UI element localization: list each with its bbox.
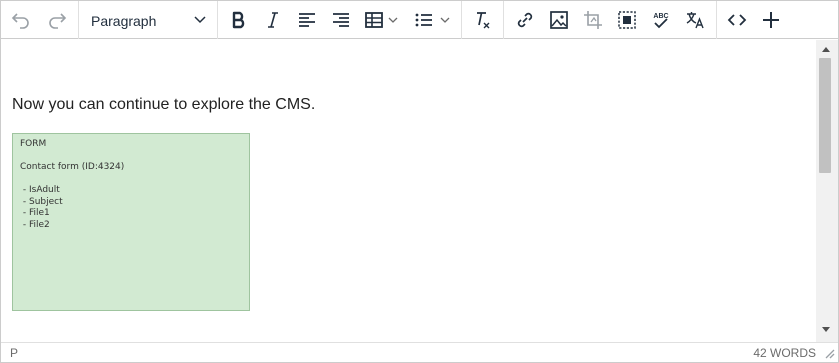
source-code-button[interactable]	[721, 4, 753, 36]
editor-content-area[interactable]: Now you can continue to explore the CMS.…	[1, 40, 816, 342]
translate-button[interactable]	[679, 4, 711, 36]
link-button[interactable]	[509, 4, 541, 36]
clear-formatting-icon	[477, 12, 490, 29]
word-count[interactable]: 42 WORDS	[753, 346, 816, 360]
table-button[interactable]	[359, 4, 403, 36]
spellcheck-button[interactable]: ABC	[645, 4, 677, 36]
italic-button[interactable]	[257, 4, 289, 36]
undo-button[interactable]	[5, 4, 37, 36]
align-right-icon	[333, 13, 349, 27]
toolbar-divider	[217, 1, 218, 39]
select-all-button[interactable]	[611, 4, 643, 36]
clear-formatting-button[interactable]	[466, 4, 498, 36]
bullet-list-icon	[415, 13, 432, 27]
element-path[interactable]: P	[10, 346, 18, 360]
toolbar-divider	[78, 1, 79, 39]
chevron-down-icon	[194, 16, 206, 24]
form-field-item: - IsAdult	[22, 185, 60, 195]
spellcheck-icon: ABC	[653, 13, 669, 29]
italic-icon	[268, 12, 278, 28]
form-embed-heading: FORM	[20, 139, 47, 149]
rich-text-editor: Paragraph ABC Now you can continue to ex…	[0, 0, 839, 363]
form-field-item: - File2	[22, 219, 50, 230]
toolbar-divider	[461, 1, 462, 39]
redo-icon	[49, 13, 67, 29]
block-format-dropdown[interactable]: Paragraph	[81, 4, 211, 36]
translate-icon	[686, 12, 704, 29]
form-field-item: - File1	[22, 208, 50, 218]
align-left-button[interactable]	[291, 4, 323, 36]
vertical-scrollbar[interactable]	[816, 40, 838, 342]
form-field-item: - Subject	[22, 196, 63, 207]
bold-icon	[232, 11, 245, 29]
undo-icon	[11, 13, 29, 29]
align-right-button[interactable]	[325, 4, 357, 36]
bold-button[interactable]	[223, 4, 255, 36]
image-button[interactable]	[543, 4, 575, 36]
scrollbar-thumb[interactable]	[819, 58, 831, 173]
bullet-list-button[interactable]	[409, 4, 455, 36]
resize-handle-icon[interactable]	[823, 347, 835, 359]
link-icon	[517, 12, 533, 28]
scroll-up-arrow-icon[interactable]	[822, 46, 830, 52]
form-embed-block[interactable]: FORM Contact form (ID:4324) - IsAdult - …	[12, 133, 250, 311]
toolbar-divider	[716, 1, 717, 39]
form-embed-name: Contact form (ID:4324)	[20, 162, 125, 172]
form-embed-text: FORM Contact form (ID:4324) - IsAdult - …	[20, 139, 124, 231]
select-all-icon	[618, 11, 636, 29]
crop-icon	[584, 11, 602, 29]
editor-toolbar: Paragraph ABC	[1, 1, 838, 39]
source-code-icon	[727, 14, 747, 26]
block-format-label: Paragraph	[91, 13, 157, 29]
editor-statusbar: P 42 WORDS	[1, 342, 838, 362]
table-icon	[365, 12, 383, 28]
image-icon	[550, 11, 568, 29]
redo-button[interactable]	[41, 4, 73, 36]
align-left-icon	[299, 13, 315, 27]
crop-button[interactable]	[577, 4, 609, 36]
content-paragraph[interactable]: Now you can continue to explore the CMS.	[12, 96, 315, 114]
chevron-down-icon	[440, 17, 450, 23]
chevron-down-icon	[388, 17, 398, 23]
toolbar-divider	[503, 1, 504, 39]
insert-button[interactable]	[755, 4, 787, 36]
plus-icon	[763, 12, 779, 28]
scroll-down-arrow-icon[interactable]	[822, 327, 830, 333]
